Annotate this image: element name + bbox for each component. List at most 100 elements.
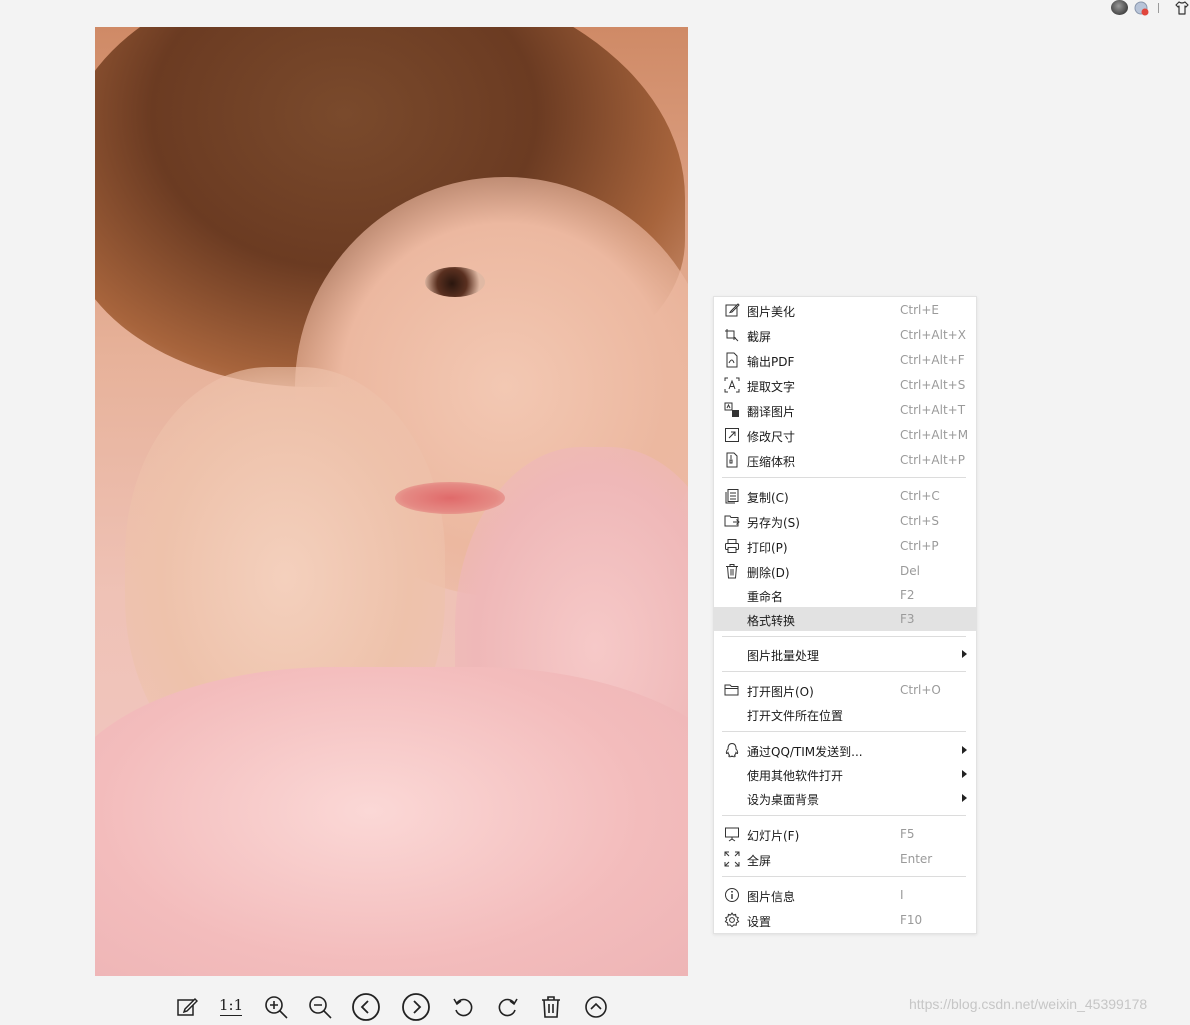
rotate-left-button[interactable] — [451, 992, 475, 1022]
menu-item-shortcut: Ctrl+Alt+T — [900, 403, 966, 417]
menu-item-13[interactable]: 格式转换 F3 — [714, 607, 976, 631]
menu-item-label: 全屏 — [747, 854, 772, 868]
menu-item-label: 设为桌面背景 — [747, 793, 820, 807]
menu-item-label: 图片批量处理 — [747, 649, 820, 663]
trash-icon — [542, 996, 560, 1018]
menu-item-17[interactable]: 通过QQ/TIM发送到... — [714, 738, 976, 762]
menu-separator — [722, 876, 966, 877]
menu-item-label: 输出PDF — [747, 355, 795, 369]
menu-item-label: 重命名 — [747, 590, 784, 604]
user-avatar[interactable] — [1111, 0, 1128, 15]
zoom-in-button[interactable] — [263, 992, 289, 1022]
photo-lips — [395, 482, 505, 514]
photo-eye — [425, 267, 485, 297]
menu-item-label: 设置 — [747, 915, 772, 929]
menu-item-label: 截屏 — [747, 330, 772, 344]
menu-item-label: 使用其他软件打开 — [747, 769, 844, 783]
menu-item-label: 翻译图片 — [747, 405, 796, 419]
menu-item-label: 格式转换 — [747, 614, 796, 628]
menu-separator — [722, 636, 966, 637]
topbar-divider — [1158, 3, 1159, 13]
delete-button[interactable] — [540, 992, 562, 1022]
translate-icon — [724, 402, 740, 418]
menu-item-21[interactable]: 全屏 Enter — [714, 847, 976, 871]
menu-item-shortcut: Ctrl+C — [900, 489, 940, 503]
zoom-out-icon — [309, 996, 332, 1019]
previous-icon — [352, 993, 380, 1021]
rotate-left-icon — [453, 998, 473, 1017]
previous-button[interactable] — [351, 992, 381, 1022]
menu-item-10[interactable]: 打印(P) Ctrl+P — [714, 534, 976, 558]
expand-up-icon — [585, 996, 607, 1018]
zoom-out-button[interactable] — [307, 992, 333, 1022]
edit-icon — [177, 997, 198, 1016]
menu-separator — [722, 731, 966, 732]
menu-item-label: 复制(C) — [747, 491, 789, 505]
menu-item-shortcut: Ctrl+Alt+M — [900, 428, 969, 442]
menu-item-label: 打印(P) — [747, 541, 788, 555]
menu-item-6[interactable]: 修改尺寸 Ctrl+Alt+M — [714, 423, 976, 447]
menu-item-1[interactable]: 图片美化 Ctrl+E — [714, 298, 976, 322]
menu-item-shortcut: Enter — [900, 852, 933, 866]
menu-item-label: 幻灯片(F) — [747, 829, 800, 843]
menu-separator — [722, 477, 966, 478]
skin-badge-icon[interactable] — [1134, 1, 1149, 16]
menu-item-18[interactable]: 使用其他软件打开 — [714, 762, 976, 786]
menu-item-7[interactable]: 压缩体积 Ctrl+Alt+P — [714, 448, 976, 472]
menu-separator — [722, 671, 966, 672]
menu-item-9[interactable]: 另存为(S) Ctrl+S — [714, 509, 976, 533]
rotate-right-button[interactable] — [496, 992, 520, 1022]
expand-up-button[interactable] — [584, 992, 608, 1022]
menu-item-3[interactable]: 输出PDF Ctrl+Alt+F — [714, 348, 976, 372]
image-viewer-photo[interactable] — [95, 27, 688, 976]
menu-item-shortcut: Ctrl+E — [900, 303, 939, 317]
menu-item-shortcut: Ctrl+Alt+P — [900, 453, 965, 467]
save-as-icon — [724, 513, 740, 529]
menu-item-15[interactable]: 打开图片(O) Ctrl+O — [714, 678, 976, 702]
menu-item-12[interactable]: 重命名 F2 — [714, 583, 976, 607]
menu-item-label: 通过QQ/TIM发送到... — [747, 745, 863, 759]
menu-item-label: 打开文件所在位置 — [747, 709, 844, 723]
submenu-arrow-icon — [962, 650, 967, 658]
edit-button[interactable] — [176, 992, 198, 1022]
menu-item-shortcut: Ctrl+Alt+X — [900, 328, 966, 342]
menu-item-shortcut: F10 — [900, 913, 923, 927]
menu-item-shortcut: F3 — [900, 612, 915, 626]
qq-icon — [724, 742, 740, 758]
menu-item-label: 另存为(S) — [747, 516, 800, 530]
menu-item-shortcut: Del — [900, 564, 920, 578]
shirt-icon[interactable] — [1174, 0, 1190, 16]
menu-item-19[interactable]: 设为桌面背景 — [714, 786, 976, 810]
menu-item-23[interactable]: 设置 F10 — [714, 908, 976, 932]
menu-item-2[interactable]: 截屏 Ctrl+Alt+X — [714, 323, 976, 347]
photo-sweater — [95, 667, 688, 976]
menu-item-shortcut: Ctrl+Alt+S — [900, 378, 966, 392]
watermark-text: https://blog.csdn.net/weixin_45399178 — [909, 996, 1148, 1012]
menu-item-4[interactable]: 提取文字 Ctrl+Alt+S — [714, 373, 976, 397]
menu-item-8[interactable]: 复制(C) Ctrl+C — [714, 484, 976, 508]
menu-item-shortcut: Ctrl+S — [900, 514, 940, 528]
menu-item-label: 修改尺寸 — [747, 430, 796, 444]
submenu-arrow-icon — [962, 746, 967, 754]
next-button[interactable] — [401, 992, 431, 1022]
submenu-arrow-icon — [962, 794, 967, 802]
menu-item-label: 提取文字 — [747, 380, 796, 394]
menu-separator — [722, 815, 966, 816]
menu-item-label: 图片美化 — [747, 305, 796, 319]
menu-item-16[interactable]: 打开文件所在位置 — [714, 702, 976, 726]
menu-item-shortcut: Ctrl+O — [900, 683, 941, 697]
menu-item-14[interactable]: 图片批量处理 — [714, 642, 976, 666]
menu-item-22[interactable]: 图片信息 I — [714, 883, 976, 907]
menu-item-20[interactable]: 幻灯片(F) F5 — [714, 822, 976, 846]
rotate-right-icon — [498, 998, 518, 1017]
menu-item-11[interactable]: 删除(D) Del — [714, 559, 976, 583]
menu-item-shortcut: F2 — [900, 588, 915, 602]
compress-icon — [724, 452, 740, 468]
menu-item-5[interactable]: 翻译图片 Ctrl+Alt+T — [714, 398, 976, 422]
context-menu: 图片美化 Ctrl+E 截屏 Ctrl+Alt+X 输出PDF Ctrl+Alt+F 提取文… — [713, 296, 977, 934]
menu-item-label: 删除(D) — [747, 566, 790, 580]
slideshow-icon — [724, 826, 740, 842]
menu-item-label: 压缩体积 — [747, 455, 796, 469]
copy-icon — [724, 488, 740, 504]
actual-size-button[interactable]: 1:1 — [219, 996, 243, 1014]
